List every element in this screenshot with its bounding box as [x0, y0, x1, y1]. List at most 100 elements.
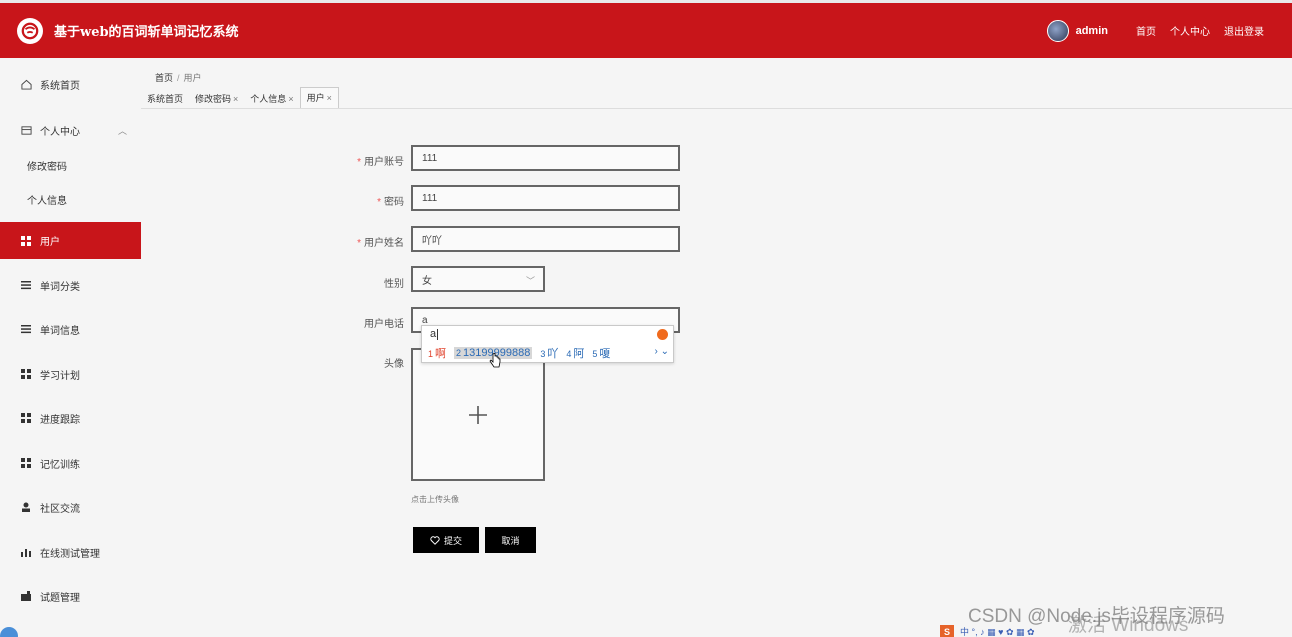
sidebar-item-label: 学习计划	[40, 370, 80, 382]
label-text: 用户电话	[364, 319, 404, 330]
sidebar-item-users[interactable]: 用户	[0, 222, 141, 259]
breadcrumb: 首页 / 用户	[155, 71, 202, 84]
name-label: * 用户姓名	[304, 234, 404, 249]
name-input[interactable]: 吖吖	[411, 226, 680, 252]
close-icon[interactable]: ×	[233, 94, 238, 104]
ime-candidate[interactable]: 1啊	[428, 345, 446, 361]
tab-home[interactable]: 系统首页	[141, 90, 189, 108]
tray-icons: 中 °, ♪ ▦ ♥ ✿ ▦ ✿	[960, 627, 1035, 637]
account-input[interactable]: 111	[411, 145, 680, 171]
ime-candidates: 1啊 2 13199999888 3吖 4阿 5嗄	[428, 345, 618, 361]
sidebar-item-memory-training[interactable]: 记忆训练	[0, 455, 141, 471]
label-text: 头像	[384, 359, 404, 370]
csdn-watermark: CSDN @Node.js毕设程序源码	[968, 606, 1225, 627]
sidebar-item-word-info[interactable]: 单词信息	[0, 321, 141, 337]
bar-chart-icon	[20, 546, 32, 558]
sidebar-item-label: 社区交流	[40, 503, 80, 515]
user-icon	[20, 501, 32, 513]
logout-link[interactable]: 退出登录	[1224, 23, 1264, 38]
sidebar-item-study-plan[interactable]: 学习计划	[0, 366, 141, 382]
tab-label: 个人信息	[250, 94, 287, 104]
ime-candidate[interactable]: 3吖	[540, 345, 558, 361]
ime-logo-icon	[657, 329, 668, 340]
breadcrumb-current: 用户	[183, 73, 202, 83]
grid-icon	[20, 412, 32, 424]
sidebar-item-label: 试题管理	[40, 592, 80, 604]
briefcase-icon	[20, 590, 32, 602]
ime-composition-text: a	[430, 328, 437, 340]
account-label: * 用户账号	[304, 153, 404, 168]
sidebar-item-label: 在线测试管理	[40, 548, 100, 560]
upload-hint: 点击上传头像	[411, 495, 459, 504]
chevron-down-icon: ﹀	[525, 276, 535, 286]
grid-icon	[20, 368, 32, 380]
input-value: 吖吖	[422, 235, 442, 247]
select-value: 女	[422, 275, 432, 287]
grid-icon	[20, 457, 32, 469]
close-icon[interactable]: ×	[327, 93, 332, 103]
sidebar-subitem-change-password[interactable]: 修改密码	[27, 158, 67, 173]
sidebar-item-label: 用户	[40, 237, 60, 248]
label-text: 性别	[384, 279, 404, 290]
candidate-number: 5	[592, 349, 598, 359]
home-icon	[20, 78, 32, 90]
close-icon[interactable]: ×	[288, 94, 293, 104]
candidate-text: 阿	[573, 348, 585, 360]
submit-button[interactable]: 提交	[413, 527, 479, 553]
username: admin	[1075, 24, 1108, 37]
sogou-ime-icon[interactable]: S	[940, 624, 954, 637]
text-caret	[437, 328, 439, 340]
sidebar-item-progress[interactable]: 进度跟踪	[0, 410, 141, 426]
sidebar-item-community[interactable]: 社区交流	[0, 499, 141, 515]
avatar-upload[interactable]	[411, 348, 545, 481]
nav-personal-center-link[interactable]: 个人中心	[1170, 23, 1210, 38]
required-mark: *	[377, 197, 381, 208]
avatar-label: 头像	[304, 355, 404, 370]
heart-icon	[430, 535, 440, 545]
sidebar-subitem-personal-info[interactable]: 个人信息	[27, 192, 67, 207]
candidate-number: 4	[566, 349, 572, 359]
ime-candidate[interactable]: 4阿	[566, 345, 584, 361]
tab-change-password[interactable]: 修改密码 ×	[189, 90, 244, 108]
sidebar-item-label: 单词分类	[40, 281, 80, 293]
chevron-up-icon: ︿	[117, 125, 127, 136]
label-text: 用户账号	[364, 157, 404, 168]
hand-cursor-icon	[489, 353, 501, 368]
candidate-number: 2	[456, 348, 462, 358]
sidebar-item-word-category[interactable]: 单词分类	[0, 277, 141, 293]
nav-home-link[interactable]: 首页	[1136, 23, 1156, 38]
ime-candidate[interactable]: 5嗄	[592, 345, 610, 361]
list-icon	[20, 279, 32, 291]
gender-label: 性别	[304, 275, 404, 290]
candidate-text: 嗄	[599, 348, 611, 360]
gender-select[interactable]: 女 ﹀	[411, 266, 545, 292]
app-logo	[17, 17, 43, 44]
sidebar-item-online-test[interactable]: 在线测试管理	[0, 544, 141, 560]
candidate-text: 啊	[435, 348, 447, 360]
sidebar-item-personal[interactable]: 个人中心 ︿	[0, 122, 141, 138]
password-input[interactable]: 111	[411, 185, 680, 211]
ime-next-page-icon[interactable]: › ⌄	[655, 346, 670, 357]
button-label: 提交	[443, 535, 462, 546]
sidebar-item-label: 进度跟踪	[40, 414, 80, 426]
app-title: 基于web的百词斩单词记忆系统	[54, 25, 239, 40]
input-value: 111	[422, 152, 438, 164]
user-avatar[interactable]	[1046, 19, 1069, 42]
tab-personal-info[interactable]: 个人信息 ×	[244, 90, 299, 108]
breadcrumb-separator: /	[177, 73, 180, 83]
logo-icon	[21, 22, 39, 39]
input-value: 111	[422, 192, 438, 204]
cancel-button[interactable]: 取消	[485, 527, 536, 553]
tab-users[interactable]: 用户 ×	[299, 87, 339, 108]
sidebar-item-question-bank[interactable]: 试题管理	[0, 588, 141, 604]
phone-label: 用户电话	[304, 315, 404, 330]
candidate-text: 吖	[547, 348, 559, 360]
breadcrumb-home[interactable]: 首页	[155, 73, 173, 83]
input-value: a	[422, 314, 428, 326]
sidebar-item-label: 系统首页	[40, 80, 80, 92]
sidebar-item-home[interactable]: 系统首页	[0, 76, 141, 92]
top-header: 基于web的百词斩单词记忆系统 admin 首页 个人中心 退出登录	[0, 0, 1292, 58]
sidebar-item-label: 记忆训练	[40, 459, 80, 471]
sidebar: 系统首页 个人中心 ︿ 修改密码 个人信息 用户 单词分类 单词信息 学习计划	[0, 58, 141, 637]
button-label: 取消	[501, 535, 520, 546]
